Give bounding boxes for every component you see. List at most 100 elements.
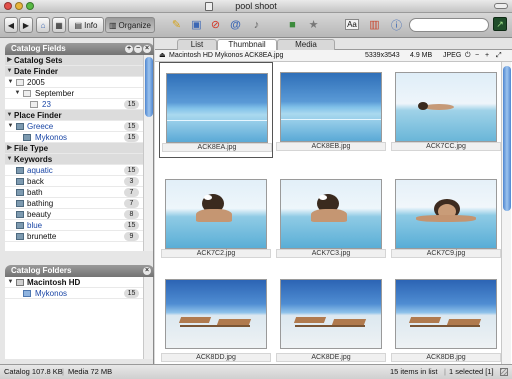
tab-list[interactable]: List	[177, 39, 217, 50]
thumbnail-filename: ACK8DD.jpg	[161, 353, 271, 362]
toggle-icon[interactable]: ⏻	[465, 50, 471, 62]
close-panel-button[interactable]: ×	[143, 45, 151, 53]
home-button[interactable]: ⌂	[36, 17, 50, 33]
list-item[interactable]: beauty 8	[5, 209, 143, 220]
label-tool[interactable]: ✎	[168, 16, 185, 33]
thumbnail-image[interactable]	[395, 179, 497, 249]
thumbnail-cell[interactable]: ACK8DB.jpg	[389, 273, 503, 369]
catalog-size: Catalog 107.8 KB	[4, 367, 63, 376]
thumbnail-image[interactable]	[165, 279, 267, 349]
thumbnail-image[interactable]	[280, 279, 382, 349]
scrollbar-thumb[interactable]	[503, 66, 511, 211]
tab-media[interactable]: Media	[277, 39, 335, 50]
info-button[interactable]: ▤ Info	[68, 17, 104, 33]
add-field-button[interactable]: +	[125, 45, 133, 53]
remove-field-button[interactable]: −	[134, 45, 142, 53]
keyword-icon	[16, 167, 24, 174]
thumbnail-cell[interactable]: ACK7C3.jpg	[274, 169, 388, 265]
list-item[interactable]: ▼ 2005	[5, 77, 143, 88]
list-item[interactable]: ▼ Keywords	[5, 154, 143, 165]
list-item[interactable]: aquatic 15	[5, 165, 143, 176]
thumbnail-filename: ACK8DB.jpg	[391, 353, 501, 362]
hard-drive-icon	[16, 279, 24, 286]
list-item[interactable]: 23 15	[5, 99, 143, 110]
text-format-tool[interactable]: Aa	[341, 16, 363, 33]
catalog-folders-scrollbar[interactable]	[143, 277, 153, 359]
rating-tool[interactable]: ★	[305, 16, 322, 33]
list-item[interactable]: back 3	[5, 176, 143, 187]
zoom-plus-icon[interactable]: +	[485, 50, 489, 62]
search-input[interactable]	[409, 18, 489, 32]
expand-icon[interactable]: ⤢	[496, 50, 502, 62]
image-dimensions: 5339x3543	[365, 52, 400, 59]
thumbnail-cell[interactable]: ACK8EA.jpg	[159, 62, 273, 158]
disclosure-triangle-icon[interactable]: ▶	[6, 55, 13, 66]
forward-button[interactable]: ▶	[19, 17, 33, 33]
disclosure-triangle-icon[interactable]: ▼	[14, 88, 21, 99]
bar-chart-icon: ▥	[369, 19, 380, 31]
thumbnail-image[interactable]	[280, 179, 382, 249]
thumbnail-cell[interactable]: ACK7CC.jpg	[389, 62, 503, 158]
file-format: JPEG	[443, 52, 462, 59]
toolbar-toggle-button[interactable]	[494, 3, 508, 9]
disclosure-triangle-icon[interactable]: ▼	[7, 121, 14, 132]
disclosure-triangle-icon[interactable]: ▶	[6, 143, 13, 154]
disclosure-triangle-icon[interactable]: ▼	[6, 154, 13, 165]
slideshow-tool[interactable]: ▣	[188, 16, 205, 33]
list-item[interactable]: ▼ Date Finder	[5, 66, 143, 77]
back-button[interactable]: ◀	[4, 17, 18, 33]
thumbnail-cell[interactable]: ACK8DE.jpg	[274, 273, 388, 369]
thumbnail-cell[interactable]: ACK7C9.jpg	[389, 169, 503, 265]
close-icon: ×	[144, 45, 150, 52]
thumbnail-image[interactable]	[395, 279, 497, 349]
catalog-fields-scrollbar[interactable]	[143, 55, 153, 251]
thumbnail-scrollbar[interactable]	[501, 62, 511, 364]
list-item[interactable]: Mykonos 15	[5, 288, 143, 299]
list-item[interactable]: ▼ September	[5, 88, 143, 99]
email-tool[interactable]: @	[227, 16, 244, 33]
list-item[interactable]: ▼ Macintosh HD	[5, 277, 143, 288]
resize-grip-icon[interactable]	[500, 368, 508, 376]
disclosure-triangle-icon[interactable]: ▼	[6, 66, 13, 77]
scrollbar-thumb[interactable]	[145, 57, 153, 117]
thumbnail-image[interactable]	[166, 73, 268, 143]
lock-tool[interactable]: ■	[284, 16, 301, 33]
count-badge: 8	[124, 210, 139, 219]
minus-icon: −	[135, 45, 141, 52]
organize-button[interactable]: ▥ Organize	[105, 17, 155, 33]
info-tool[interactable]: ⓘ	[388, 16, 405, 33]
delete-tool[interactable]: ⊘	[207, 16, 224, 33]
list-item[interactable]: ▶ Catalog Sets	[5, 55, 143, 66]
globe-icon	[23, 134, 31, 141]
keyword-icon	[16, 178, 24, 185]
disclosure-triangle-icon[interactable]: ▼	[6, 110, 13, 121]
list-item[interactable]: blue 15	[5, 220, 143, 231]
calendar-icon	[16, 79, 24, 86]
list-item-label: Greece	[27, 122, 54, 131]
list-item[interactable]: ▶ File Type	[5, 143, 143, 154]
list-item[interactable]: Mykonos 15	[5, 132, 143, 143]
zoom-minus-icon[interactable]: −	[475, 50, 479, 62]
thumbnail-image[interactable]	[395, 72, 497, 142]
disclosure-triangle-icon[interactable]: ▼	[7, 77, 14, 88]
close-panel-button[interactable]: ×	[143, 267, 151, 275]
chart-tool[interactable]: ▥	[366, 16, 383, 33]
browser-button[interactable]: ▦	[52, 17, 66, 33]
thumbnail-cell[interactable]: ACK8DD.jpg	[159, 273, 273, 369]
thumbnail-cell[interactable]: ACK8EB.jpg	[274, 62, 388, 158]
count-badge: 15	[124, 133, 139, 142]
list-item[interactable]: bath 7	[5, 187, 143, 198]
thumbnail-filename: ACK8DE.jpg	[276, 353, 386, 362]
export-button[interactable]: ↗	[493, 17, 507, 31]
thumbnail-image[interactable]	[280, 72, 382, 142]
list-item[interactable]: ▼ Place Finder	[5, 110, 143, 121]
audio-tool[interactable]: ♪	[248, 16, 265, 33]
disclosure-triangle-icon[interactable]: ▼	[7, 277, 14, 288]
list-item[interactable]: bathing 7	[5, 198, 143, 209]
thumbnail-cell[interactable]: ACK7C2.jpg	[159, 169, 273, 265]
list-item[interactable]: brunette 9	[5, 231, 143, 242]
thumbnail-image[interactable]	[165, 179, 267, 249]
list-item-label: Catalog Sets	[14, 56, 63, 65]
list-item-label: blue	[27, 221, 43, 230]
list-item[interactable]: ▼ Greece 15	[5, 121, 143, 132]
